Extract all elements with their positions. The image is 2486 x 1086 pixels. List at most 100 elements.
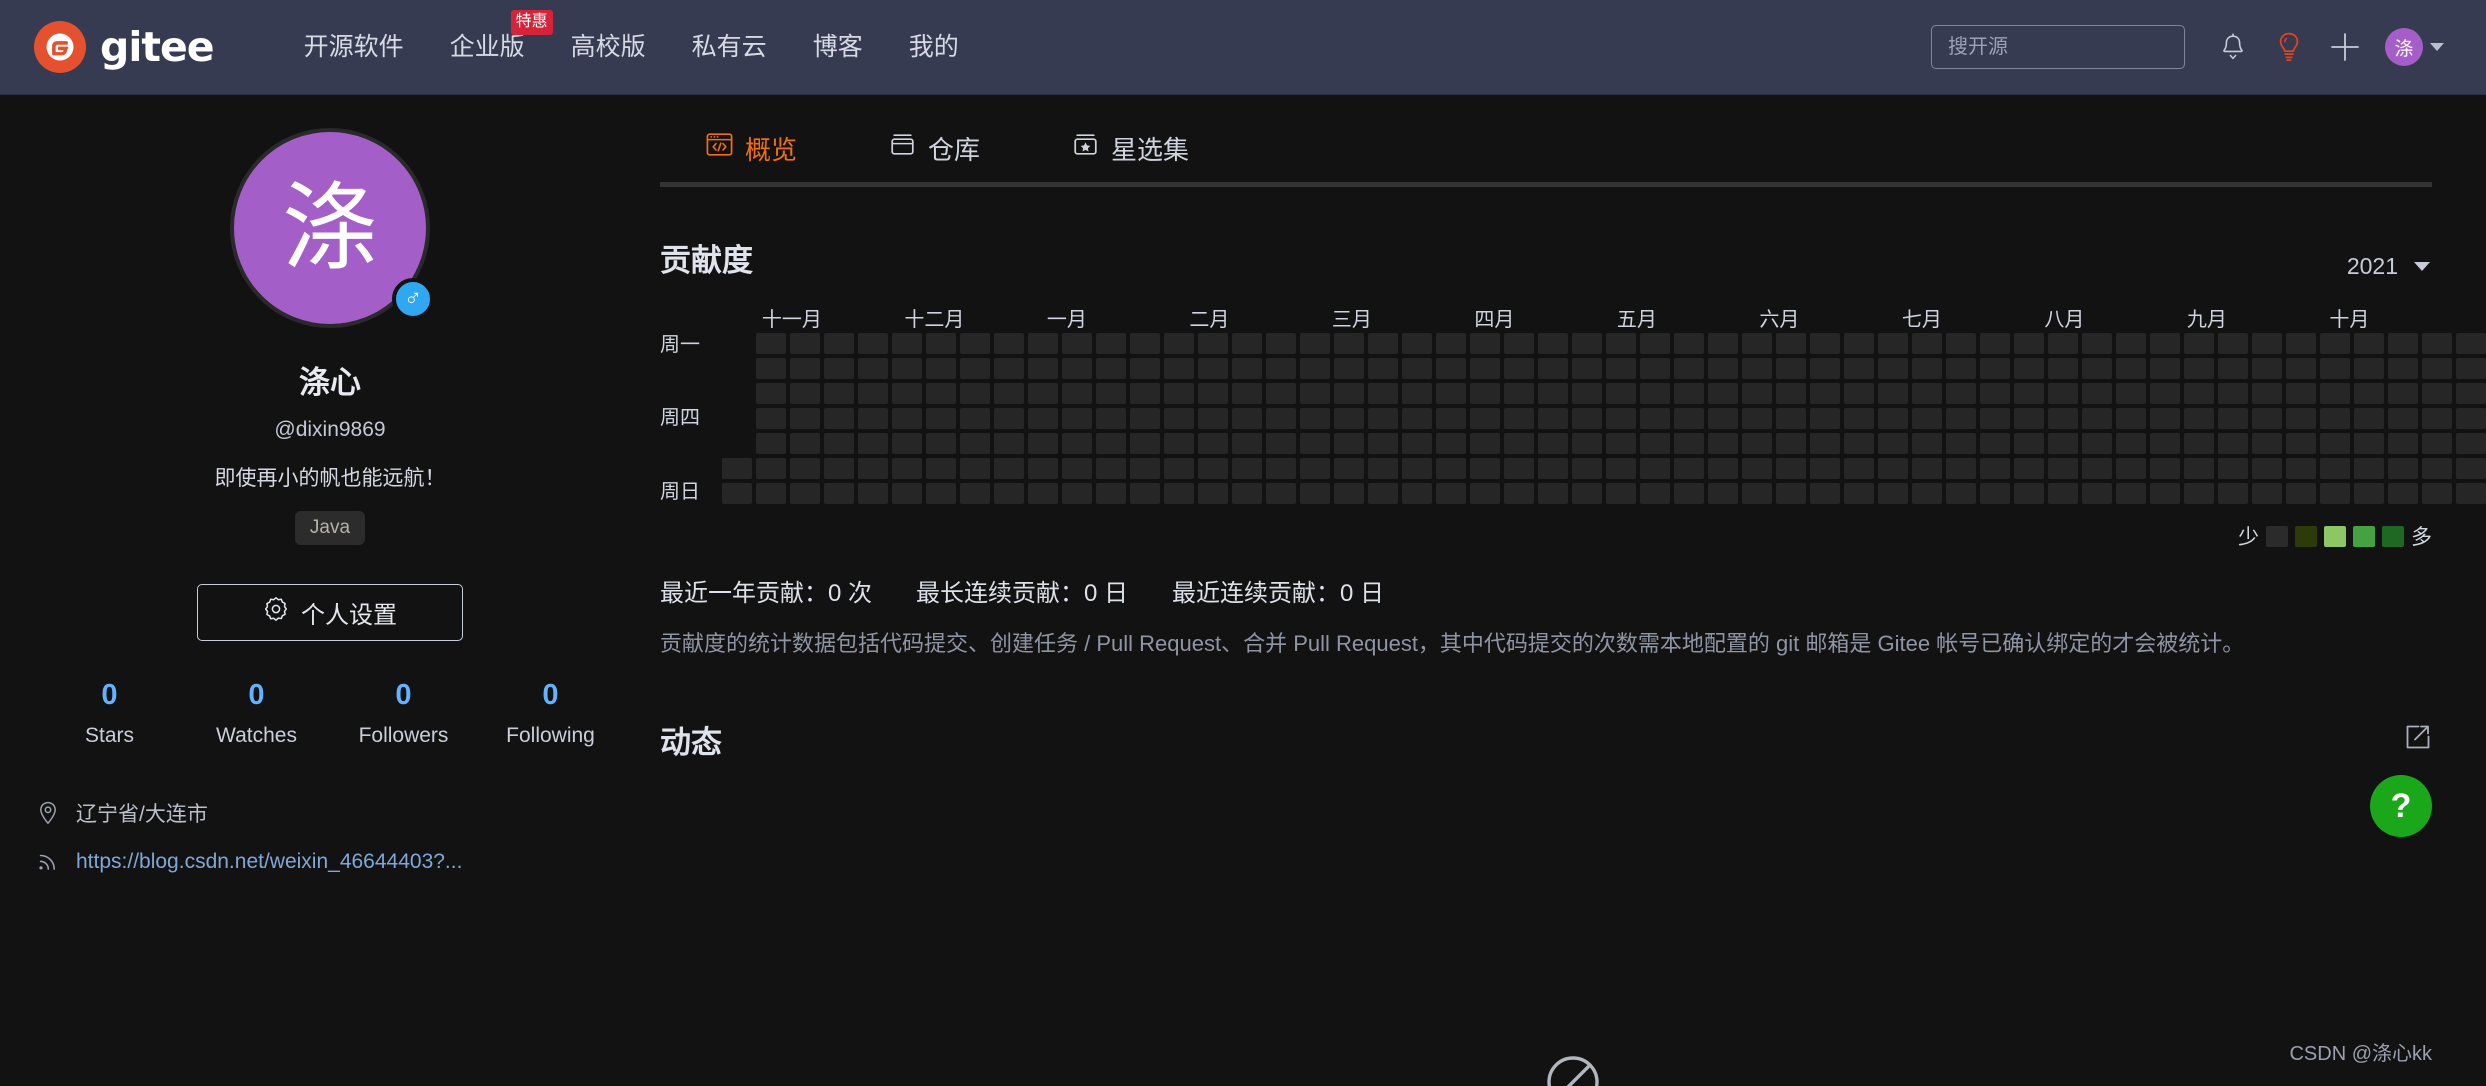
tab-starred[interactable]: 星选集 xyxy=(1026,109,1235,187)
calendar-cell[interactable] xyxy=(1368,458,1398,479)
calendar-cell[interactable] xyxy=(892,333,922,354)
calendar-cell[interactable] xyxy=(1402,358,1432,379)
calendar-cell[interactable] xyxy=(1266,408,1296,429)
calendar-cell[interactable] xyxy=(1470,433,1500,454)
calendar-cell[interactable] xyxy=(2456,383,2486,404)
calendar-cell[interactable] xyxy=(994,408,1024,429)
calendar-cell[interactable] xyxy=(2082,358,2112,379)
calendar-cell[interactable] xyxy=(2116,333,2146,354)
calendar-cell[interactable] xyxy=(926,333,956,354)
calendar-cell[interactable] xyxy=(756,483,786,504)
calendar-cell[interactable] xyxy=(1300,358,1330,379)
calendar-cell[interactable] xyxy=(960,333,990,354)
calendar-cell[interactable] xyxy=(756,383,786,404)
calendar-cell[interactable] xyxy=(2286,483,2316,504)
calendar-cell[interactable] xyxy=(1742,383,1772,404)
calendar-cell[interactable] xyxy=(1708,358,1738,379)
calendar-cell[interactable] xyxy=(824,333,854,354)
calendar-cell[interactable] xyxy=(1402,333,1432,354)
calendar-cell[interactable] xyxy=(1334,483,1364,504)
calendar-cell[interactable] xyxy=(1912,333,1942,354)
calendar-cell[interactable] xyxy=(2252,483,2282,504)
calendar-cell[interactable] xyxy=(1334,458,1364,479)
calendar-cell[interactable] xyxy=(1436,383,1466,404)
calendar-cell[interactable] xyxy=(2456,483,2486,504)
calendar-cell[interactable] xyxy=(2116,483,2146,504)
calendar-cell[interactable] xyxy=(2014,333,2044,354)
calendar-cell[interactable] xyxy=(2184,458,2214,479)
calendar-cell[interactable] xyxy=(1538,333,1568,354)
calendar-cell[interactable] xyxy=(790,483,820,504)
calendar-cell[interactable] xyxy=(1606,483,1636,504)
calendar-cell[interactable] xyxy=(2456,333,2486,354)
calendar-cell[interactable] xyxy=(2320,433,2350,454)
calendar-cell[interactable] xyxy=(1198,333,1228,354)
calendar-cell[interactable] xyxy=(1300,333,1330,354)
calendar-cell[interactable] xyxy=(2184,383,2214,404)
calendar-cell[interactable] xyxy=(2320,383,2350,404)
calendar-cell[interactable] xyxy=(1742,333,1772,354)
calendar-cell[interactable] xyxy=(1096,333,1126,354)
calendar-cell[interactable] xyxy=(1436,458,1466,479)
calendar-cell[interactable] xyxy=(2014,483,2044,504)
calendar-cell[interactable] xyxy=(1028,358,1058,379)
calendar-cell[interactable] xyxy=(1232,483,1262,504)
calendar-cell[interactable] xyxy=(1538,383,1568,404)
calendar-cell[interactable] xyxy=(2014,383,2044,404)
calendar-cell[interactable] xyxy=(1572,433,1602,454)
calendar-cell[interactable] xyxy=(2388,458,2418,479)
calendar-cell[interactable] xyxy=(2320,333,2350,354)
calendar-cell[interactable] xyxy=(1640,333,1670,354)
calendar-cell[interactable] xyxy=(1946,458,1976,479)
calendar-cell[interactable] xyxy=(2286,358,2316,379)
calendar-cell[interactable] xyxy=(1980,408,2010,429)
calendar-cell[interactable] xyxy=(1130,433,1160,454)
calendar-cell[interactable] xyxy=(858,383,888,404)
calendar-cell[interactable] xyxy=(824,383,854,404)
calendar-cell[interactable] xyxy=(1810,433,1840,454)
calendar-cell[interactable] xyxy=(1810,408,1840,429)
nav-item-education[interactable]: 高校版 xyxy=(571,29,646,66)
calendar-cell[interactable] xyxy=(994,433,1024,454)
calendar-cell[interactable] xyxy=(1776,433,1806,454)
calendar-cell[interactable] xyxy=(1368,483,1398,504)
calendar-cell[interactable] xyxy=(2286,408,2316,429)
calendar-cell[interactable] xyxy=(1062,333,1092,354)
calendar-cell[interactable] xyxy=(2150,408,2180,429)
calendar-cell[interactable] xyxy=(1810,383,1840,404)
calendar-cell[interactable] xyxy=(1810,458,1840,479)
calendar-cell[interactable] xyxy=(2252,333,2282,354)
calendar-cell[interactable] xyxy=(1130,483,1160,504)
calendar-cell[interactable] xyxy=(2422,358,2452,379)
profile-blog-link[interactable]: https://blog.csdn.net/weixin_46644403?..… xyxy=(76,850,462,874)
calendar-cell[interactable] xyxy=(1470,333,1500,354)
calendar-cell[interactable] xyxy=(1606,333,1636,354)
calendar-cell[interactable] xyxy=(1402,383,1432,404)
calendar-cell[interactable] xyxy=(756,333,786,354)
calendar-cell[interactable] xyxy=(2150,358,2180,379)
calendar-cell[interactable] xyxy=(2082,333,2112,354)
calendar-cell[interactable] xyxy=(1130,458,1160,479)
calendar-cell[interactable] xyxy=(1538,483,1568,504)
calendar-cell[interactable] xyxy=(2048,433,2078,454)
calendar-cell[interactable] xyxy=(1300,483,1330,504)
calendar-cell[interactable] xyxy=(1300,458,1330,479)
calendar-cell[interactable] xyxy=(2048,358,2078,379)
calendar-cell[interactable] xyxy=(2184,433,2214,454)
calendar-cell[interactable] xyxy=(824,358,854,379)
calendar-cell[interactable] xyxy=(1810,358,1840,379)
calendar-cell[interactable] xyxy=(1232,383,1262,404)
calendar-cell[interactable] xyxy=(1844,458,1874,479)
brand-home-link[interactable]: gitee xyxy=(34,21,215,73)
calendar-cell[interactable] xyxy=(1674,383,1704,404)
calendar-cell[interactable] xyxy=(1334,433,1364,454)
calendar-cell[interactable] xyxy=(1164,333,1194,354)
calendar-cell[interactable] xyxy=(1572,333,1602,354)
calendar-cell[interactable] xyxy=(2252,408,2282,429)
calendar-cell[interactable] xyxy=(892,358,922,379)
calendar-cell[interactable] xyxy=(1232,458,1262,479)
calendar-cell[interactable] xyxy=(1470,383,1500,404)
calendar-cell[interactable] xyxy=(892,408,922,429)
personal-settings-button[interactable]: 个人设置 xyxy=(197,584,463,641)
calendar-cell[interactable] xyxy=(1980,383,2010,404)
